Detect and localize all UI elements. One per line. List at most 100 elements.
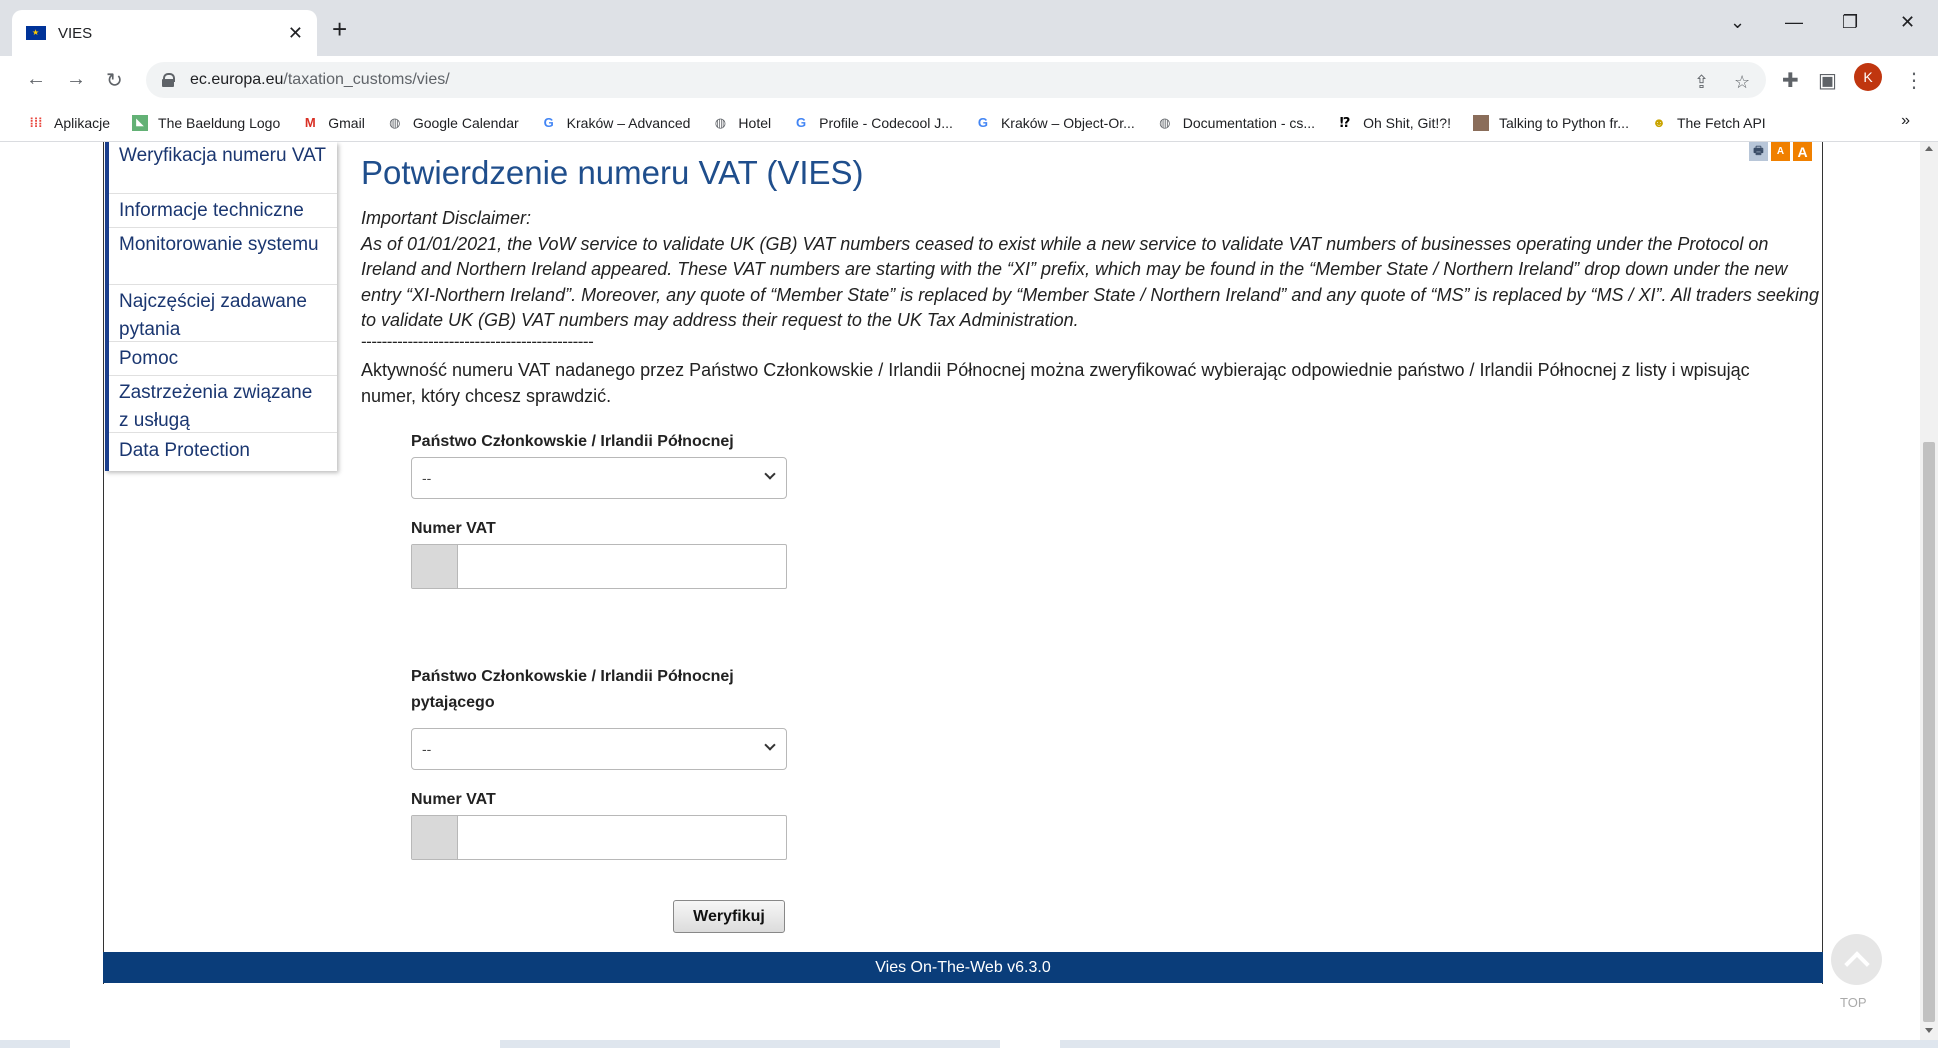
extensions-icon[interactable]: ✚ (1782, 68, 1799, 93)
sidebar-item-disclaimer[interactable]: Zastrzeżenia związane z usługą (109, 376, 337, 433)
lock-icon[interactable] (162, 73, 175, 87)
sidebar-item-help[interactable]: Pomoc (109, 342, 337, 376)
sidebar-nav: Weryfikacja numeru VAT Informacje techni… (105, 142, 337, 471)
bookmarks-bar: ⁞⁞⁞ Aplikacje ◣ The Baeldung Logo M Gmail ◍… (0, 104, 1938, 142)
sidebar-item-label: Najczęściej zadawane pytania (119, 291, 307, 340)
bookmark-label: Profile - Codecool J... (819, 114, 953, 131)
bookmarks-overflow-icon[interactable]: » (1901, 112, 1910, 130)
bookmark-label: Google Calendar (412, 114, 519, 131)
requester-state-value: -- (422, 741, 432, 757)
sidebar-item-vat-verification[interactable]: Weryfikacja numeru VAT (109, 142, 337, 194)
browser-tab-bar: VIES ✕ + ⌄ — ❐ ✕ (0, 0, 1938, 56)
disclaimer-heading: Important Disclaimer: (361, 208, 532, 228)
plus-icon[interactable]: + (332, 14, 347, 45)
bookmark-item[interactable]: G Profile - Codecool J... (793, 115, 953, 131)
avatar-thumb-icon (1473, 114, 1489, 131)
vat-number-input[interactable] (411, 544, 787, 589)
version-text: Vies On-The-Web v6.3.0 (875, 958, 1051, 976)
bookmark-item[interactable]: ⁉ Oh Shit, Git!?! (1337, 115, 1451, 131)
bookmark-label: Documentation - cs... (1182, 114, 1316, 131)
url-path: /taxation_customs/vies/ (283, 71, 450, 88)
bookmark-label: Kraków – Object-Or... (1000, 114, 1135, 131)
bookmark-item[interactable]: ⁞⁞⁞ Aplikacje (28, 114, 111, 131)
bookmark-item[interactable]: Talking to Python fr... (1473, 114, 1629, 131)
baeldung-icon: ◣ (132, 114, 149, 131)
font-decrease-icon[interactable]: A (1771, 142, 1790, 161)
eu-flag-icon (26, 26, 46, 40)
url-host: ec.europa.eu (190, 71, 284, 88)
sidebar-item-label: Zastrzeżenia związane z usługą (119, 382, 313, 431)
page-scrollbar[interactable] (1920, 142, 1938, 1048)
requester-state-label: Państwo Członkowskie / Irlandii Północne… (411, 668, 734, 711)
bookmark-item[interactable]: ☻ The Fetch API (1651, 115, 1766, 131)
bookmark-label: Aplikacje (54, 114, 111, 131)
bookmark-item[interactable]: ◍ Documentation - cs... (1157, 115, 1315, 131)
sidebar-item-label: Data Protection (119, 440, 250, 461)
bookmark-item[interactable]: G Kraków – Advanced (541, 115, 691, 131)
bookmark-label: Gmail (328, 114, 365, 131)
scroll-to-top-button[interactable] (1831, 934, 1882, 985)
google-icon: G (543, 115, 554, 130)
scroll-down-icon[interactable] (1925, 1028, 1933, 1033)
sidebar-item-faq[interactable]: Najczęściej zadawane pytania (109, 285, 337, 342)
apps-grid-icon: ⁞⁞⁞ (29, 115, 43, 130)
bookmark-item[interactable]: M Gmail (302, 115, 365, 131)
bookmark-item[interactable]: G Kraków – Object-Or... (975, 115, 1135, 131)
member-state-select[interactable]: -- (411, 457, 787, 499)
tab-search-icon[interactable]: ⌄ (1730, 12, 1745, 33)
tab-title: VIES (58, 24, 93, 42)
minimize-icon[interactable]: — (1785, 12, 1803, 33)
forward-icon[interactable]: → (66, 68, 86, 91)
page-viewport: Weryfikacja numeru VAT Informacje techni… (0, 142, 1938, 1048)
address-bar[interactable]: ec.europa.eu/taxation_customs/vies/ ⇪ ☆ (146, 62, 1766, 98)
sidebar-item-data-protection[interactable]: Data Protection (109, 433, 337, 471)
bookmark-label: The Baeldung Logo (158, 114, 281, 131)
bookmark-star-icon[interactable]: ☆ (1734, 72, 1750, 93)
menu-kebab-icon[interactable]: ⋮ (1904, 68, 1924, 93)
bookmark-label: Oh Shit, Git!?! (1363, 114, 1451, 131)
close-tab-icon[interactable]: ✕ (288, 23, 303, 44)
share-icon[interactable]: ⇪ (1694, 72, 1709, 93)
side-panel-icon[interactable]: ▣ (1818, 68, 1837, 93)
taskbar-window (1000, 1040, 1060, 1048)
scrollbar-thumb[interactable] (1923, 442, 1935, 1022)
disclaimer-text: As of 01/01/2021, the VoW service to val… (361, 233, 1819, 331)
verify-button[interactable]: Weryfikuj (673, 900, 785, 933)
disclaimer-block: Important Disclaimer: As of 01/01/2021, … (361, 206, 1821, 334)
back-icon[interactable]: ← (26, 68, 46, 91)
bookmark-label: The Fetch API (1676, 114, 1766, 131)
bookmark-label: Hotel (738, 114, 772, 131)
google-icon: G (796, 115, 807, 130)
vat-number-label: Numer VAT (411, 520, 496, 537)
requester-vat-input[interactable] (411, 815, 787, 860)
top-label: TOP (1840, 995, 1867, 1010)
taskbar-edge (0, 1040, 1938, 1048)
bookmark-item[interactable]: ◣ The Baeldung Logo (132, 114, 281, 131)
bookmark-item[interactable]: ◍ Hotel (712, 115, 771, 131)
google-icon: G (977, 115, 989, 130)
taskbar-window (70, 1040, 500, 1048)
browser-tab[interactable]: VIES ✕ (12, 10, 317, 56)
ohshitgit-icon: ⁉ (1339, 114, 1351, 130)
font-increase-icon[interactable]: A (1793, 142, 1812, 161)
intro-text: Aktywność numeru VAT nadanego przez Pańs… (361, 360, 1750, 406)
scroll-up-icon[interactable] (1925, 146, 1933, 151)
requester-vat-label: Numer VAT (411, 791, 496, 808)
close-window-icon[interactable]: ✕ (1900, 12, 1915, 33)
sidebar-item-system-monitoring[interactable]: Monitorowanie systemu (109, 228, 337, 285)
profile-avatar[interactable]: K (1854, 63, 1882, 91)
gmail-icon: M (304, 115, 316, 130)
page-tools: 🖶 A A (1749, 142, 1812, 161)
requester-state-select[interactable]: -- (411, 728, 787, 770)
reload-icon[interactable]: ↻ (106, 68, 123, 93)
page-title: Potwierdzenie numeru VAT (VIES) (361, 154, 864, 191)
globe-icon: ◍ (714, 114, 727, 130)
bookmark-item[interactable]: ◍ Google Calendar (387, 115, 519, 131)
browser-toolbar: ← → ↻ ec.europa.eu/taxation_customs/vies… (0, 56, 1938, 104)
sidebar-item-label: Monitorowanie systemu (119, 234, 319, 255)
sidebar-item-technical-info[interactable]: Informacje techniczne (109, 194, 337, 228)
restore-icon[interactable]: ❐ (1842, 12, 1858, 33)
country-prefix-box (412, 816, 458, 859)
bookmark-label: Kraków – Advanced (566, 114, 691, 131)
print-icon[interactable]: 🖶 (1749, 142, 1768, 161)
